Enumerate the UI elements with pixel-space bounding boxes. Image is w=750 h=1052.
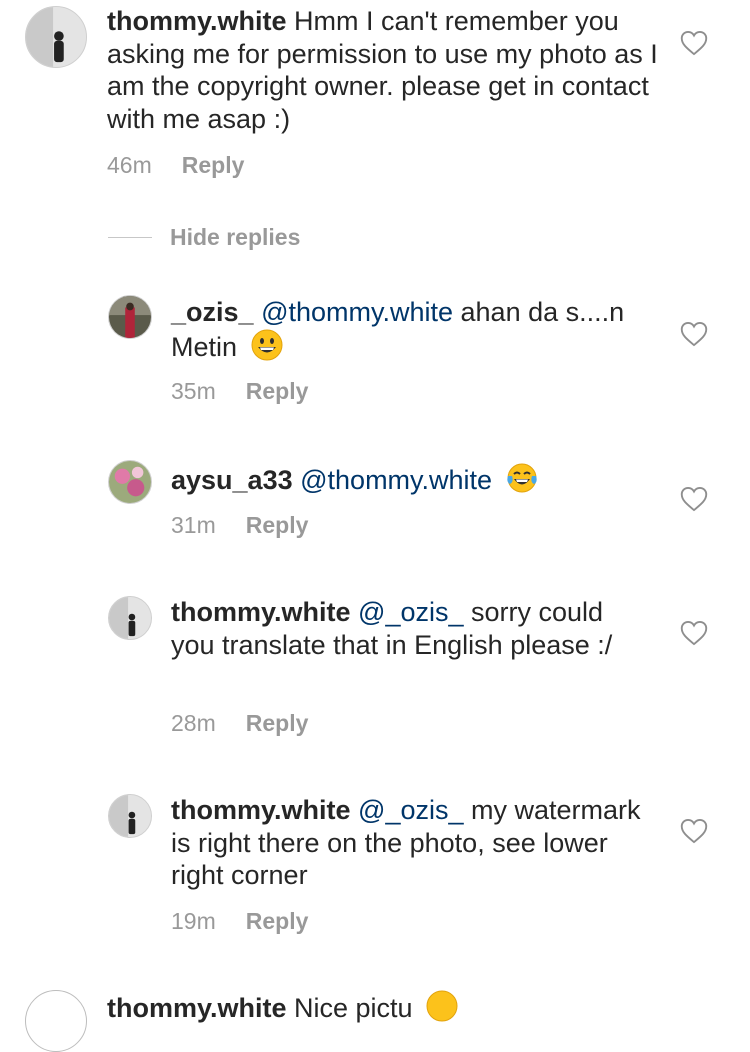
- reply-username[interactable]: aysu_a33: [171, 465, 293, 495]
- reply-timestamp: 28m: [171, 710, 216, 736]
- reply-body: thommy.white @_ozis_ my watermark is rig…: [171, 794, 641, 892]
- grinning-face-emoji-icon: [251, 329, 283, 360]
- reply-username[interactable]: _ozis_: [171, 297, 254, 327]
- reply-username[interactable]: thommy.white: [171, 597, 351, 627]
- reply-body: _ozis_ @thommy.white ahan da s....n Meti…: [171, 296, 651, 363]
- avatar-photo: [109, 795, 151, 837]
- reply-timestamp: 19m: [171, 908, 216, 934]
- reply-button[interactable]: Reply: [246, 710, 309, 736]
- avatar[interactable]: [108, 295, 152, 339]
- hide-replies-label: Hide replies: [170, 224, 301, 250]
- reply-button[interactable]: Reply: [246, 512, 309, 538]
- mention-link[interactable]: @_ozis_: [358, 795, 463, 825]
- avatar[interactable]: [25, 6, 87, 68]
- divider: [108, 237, 152, 238]
- reply-timestamp: 35m: [171, 378, 216, 404]
- reply-body: aysu_a33 @thommy.white: [171, 462, 651, 497]
- avatar[interactable]: [108, 460, 152, 504]
- avatar-photo: [109, 597, 151, 639]
- avatar[interactable]: [25, 990, 87, 1052]
- comment-username[interactable]: thommy.white: [107, 6, 287, 36]
- comment-timestamp: 46m: [107, 152, 152, 178]
- comment-body: thommy.white Hmm I can't remember you as…: [107, 5, 667, 135]
- comment-username[interactable]: thommy.white: [107, 993, 287, 1023]
- reply-timestamp: 31m: [171, 512, 216, 538]
- reply-meta: 31m Reply: [171, 512, 308, 539]
- grinning-face-emoji-icon: [426, 990, 458, 1022]
- face-with-tears-of-joy-emoji-icon: [506, 463, 537, 493]
- comment-text: Nice pictu: [294, 993, 413, 1023]
- reply-button[interactable]: Reply: [246, 378, 309, 404]
- comment-body: thommy.white Nice pictu: [107, 990, 667, 1025]
- heart-icon[interactable]: [680, 620, 708, 646]
- reply-button[interactable]: Reply: [246, 908, 309, 934]
- avatar-photo: [26, 7, 86, 67]
- heart-icon[interactable]: [680, 486, 708, 512]
- reply-button[interactable]: Reply: [182, 152, 245, 178]
- mention-link[interactable]: @thommy.white: [261, 297, 453, 327]
- mention-link[interactable]: @thommy.white: [300, 465, 492, 495]
- mention-link[interactable]: @_ozis_: [358, 597, 463, 627]
- avatar-photo: [109, 296, 151, 338]
- comment-meta: 46m Reply: [107, 152, 244, 179]
- reply-username[interactable]: thommy.white: [171, 795, 351, 825]
- reply-meta: 28m Reply: [171, 710, 308, 737]
- heart-icon[interactable]: [680, 321, 708, 347]
- avatar-photo: [109, 461, 151, 503]
- reply-body: thommy.white @_ozis_ sorry could you tra…: [171, 596, 641, 661]
- heart-icon[interactable]: [680, 30, 708, 56]
- reply-meta: 19m Reply: [171, 908, 308, 935]
- avatar[interactable]: [108, 794, 152, 838]
- heart-icon[interactable]: [680, 818, 708, 844]
- reply-meta: 35m Reply: [171, 378, 308, 405]
- avatar[interactable]: [108, 596, 152, 640]
